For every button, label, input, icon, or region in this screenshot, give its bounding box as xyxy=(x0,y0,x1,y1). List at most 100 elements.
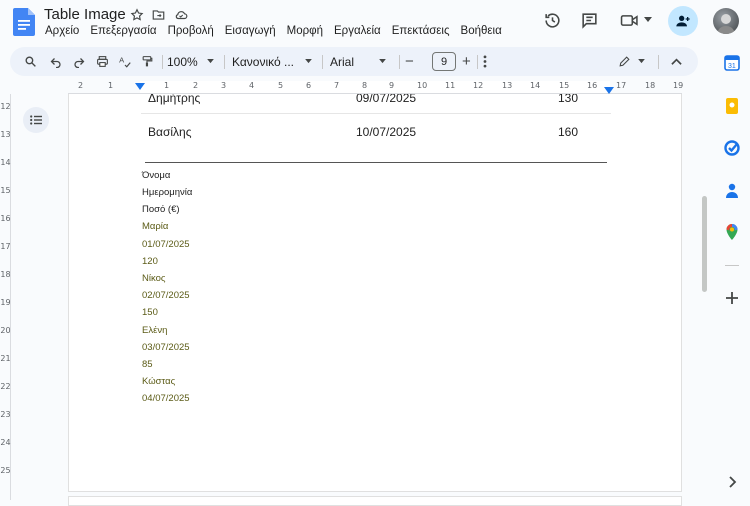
side-panel-divider xyxy=(725,265,739,266)
menu-file[interactable]: Αρχείο xyxy=(45,25,79,37)
toolbar-divider xyxy=(162,55,163,69)
list-item: Νίκος xyxy=(142,273,166,284)
ruler-tick: 3 xyxy=(221,81,227,90)
toolbar-divider xyxy=(322,55,323,69)
document-page[interactable]: Δημήτρης 09/07/2025 130 Βασίλης 10/07/20… xyxy=(68,94,682,492)
comments-icon[interactable] xyxy=(580,11,599,30)
list-item: 150 xyxy=(142,307,158,318)
table-cell-amount: 160 xyxy=(558,125,579,139)
editing-mode-icon[interactable] xyxy=(618,55,631,68)
docs-logo-icon[interactable] xyxy=(13,8,35,36)
ruler-tick: 25 xyxy=(0,466,11,475)
ruler-tick: 1 xyxy=(164,81,170,90)
ruler-tick: 14 xyxy=(0,158,11,167)
ruler-tick: 12 xyxy=(473,81,484,90)
move-folder-icon[interactable] xyxy=(151,8,166,22)
ruler-tick: 24 xyxy=(0,438,11,447)
undo-icon[interactable] xyxy=(50,56,62,68)
table-cell-name: Δημήτρης xyxy=(148,94,201,105)
toolbar-divider xyxy=(658,55,659,69)
menu-help[interactable]: Βοήθεια xyxy=(461,25,502,37)
table-cell-date: 09/07/2025 xyxy=(356,94,417,105)
list-item: Μαρία xyxy=(142,221,169,232)
side-panel: 31 xyxy=(714,44,750,500)
version-history-icon[interactable] xyxy=(543,11,562,30)
meet-dropdown-icon[interactable] xyxy=(644,17,652,23)
table-cell-date: 10/07/2025 xyxy=(356,125,417,139)
next-page[interactable] xyxy=(68,496,682,506)
cloud-status-icon[interactable] xyxy=(173,8,189,22)
share-button[interactable] xyxy=(668,6,698,36)
right-indent-marker[interactable] xyxy=(604,87,614,94)
formatting-toolbar: A 100% Κανονικό ... Arial − 9 + xyxy=(10,47,698,76)
ruler-tick: 14 xyxy=(530,81,541,90)
print-icon[interactable] xyxy=(96,55,109,68)
title-icons xyxy=(130,8,189,22)
increase-font-size-button[interactable]: + xyxy=(462,47,471,76)
table-row-divider xyxy=(141,113,611,114)
ruler-tick: 17 xyxy=(0,242,11,251)
more-options-icon[interactable] xyxy=(483,55,487,68)
ruler-tick: 17 xyxy=(616,81,627,90)
maps-icon[interactable] xyxy=(724,224,740,240)
left-indent-marker[interactable] xyxy=(135,83,145,90)
vertical-ruler[interactable]: 12 13 14 15 16 17 18 19 20 21 22 23 24 2… xyxy=(0,94,11,500)
outline-list-icon xyxy=(30,115,42,125)
ruler-tick: 18 xyxy=(645,81,656,90)
calendar-icon[interactable]: 31 xyxy=(724,55,740,71)
list-item: Ποσό (€) xyxy=(142,204,180,215)
ruler-tick: 16 xyxy=(587,81,598,90)
meet-icon[interactable] xyxy=(620,12,640,29)
chevron-down-icon xyxy=(305,59,312,64)
menu-edit[interactable]: Επεξεργασία xyxy=(90,25,156,37)
list-item: 01/07/2025 xyxy=(142,239,190,250)
ruler-tick: 4 xyxy=(249,81,255,90)
ruler-tick: 9 xyxy=(389,81,395,90)
ruler-tick: 12 xyxy=(0,102,11,111)
hide-menus-chevron-up-icon[interactable] xyxy=(671,57,682,66)
redo-icon[interactable] xyxy=(73,56,85,68)
ruler-tick: 10 xyxy=(417,81,428,90)
menu-format[interactable]: Μορφή xyxy=(287,25,323,37)
chevron-down-icon xyxy=(206,59,214,64)
paragraph-style-select[interactable]: Κανονικό ... xyxy=(232,47,312,76)
list-item: Ελένη xyxy=(142,325,168,336)
chevron-right-icon[interactable] xyxy=(724,474,740,490)
tasks-icon[interactable] xyxy=(724,140,740,156)
menu-tools[interactable]: Εργαλεία xyxy=(334,25,381,37)
add-person-icon xyxy=(676,15,690,27)
ruler-tick: 7 xyxy=(334,81,340,90)
horizontal-ruler[interactable]: 2 1 1 2 3 4 5 6 7 8 9 10 11 12 13 14 15 … xyxy=(68,81,684,94)
document-title[interactable]: Table Image xyxy=(44,6,126,23)
menu-bar: Αρχείο Επεξεργασία Προβολή Εισαγωγή Μορφ… xyxy=(45,25,502,37)
spellcheck-icon[interactable]: A xyxy=(118,54,132,69)
menu-insert[interactable]: Εισαγωγή xyxy=(225,25,276,37)
menu-view[interactable]: Προβολή xyxy=(168,25,214,37)
add-icon[interactable] xyxy=(724,290,740,306)
decrease-font-size-button[interactable]: − xyxy=(405,47,414,76)
vertical-scrollbar[interactable] xyxy=(702,196,707,292)
ruler-tick: 22 xyxy=(0,382,11,391)
font-size-input[interactable]: 9 xyxy=(432,52,456,71)
list-item: 04/07/2025 xyxy=(142,393,190,404)
ruler-tick: 23 xyxy=(0,410,11,419)
ruler-tick: 21 xyxy=(0,354,11,363)
ruler-tick: 19 xyxy=(673,81,684,90)
ruler-tick: 1 xyxy=(108,81,114,90)
svg-text:A: A xyxy=(119,56,125,65)
chevron-down-icon[interactable] xyxy=(638,59,645,64)
font-select[interactable]: Arial xyxy=(330,47,386,76)
table-cell-amount: 130 xyxy=(558,94,579,105)
contacts-icon[interactable] xyxy=(724,182,740,198)
paint-format-icon[interactable] xyxy=(141,55,154,68)
keep-icon[interactable] xyxy=(724,98,740,114)
document-outline-button[interactable] xyxy=(23,107,49,133)
ruler-tick: 2 xyxy=(193,81,199,90)
toolbar-divider xyxy=(399,55,400,69)
search-icon[interactable] xyxy=(24,55,37,68)
list-item: 85 xyxy=(142,359,153,370)
star-icon[interactable] xyxy=(130,8,144,22)
menu-extensions[interactable]: Επεκτάσεις xyxy=(392,25,450,37)
avatar[interactable] xyxy=(713,8,739,34)
zoom-select[interactable]: 100% xyxy=(167,47,214,76)
